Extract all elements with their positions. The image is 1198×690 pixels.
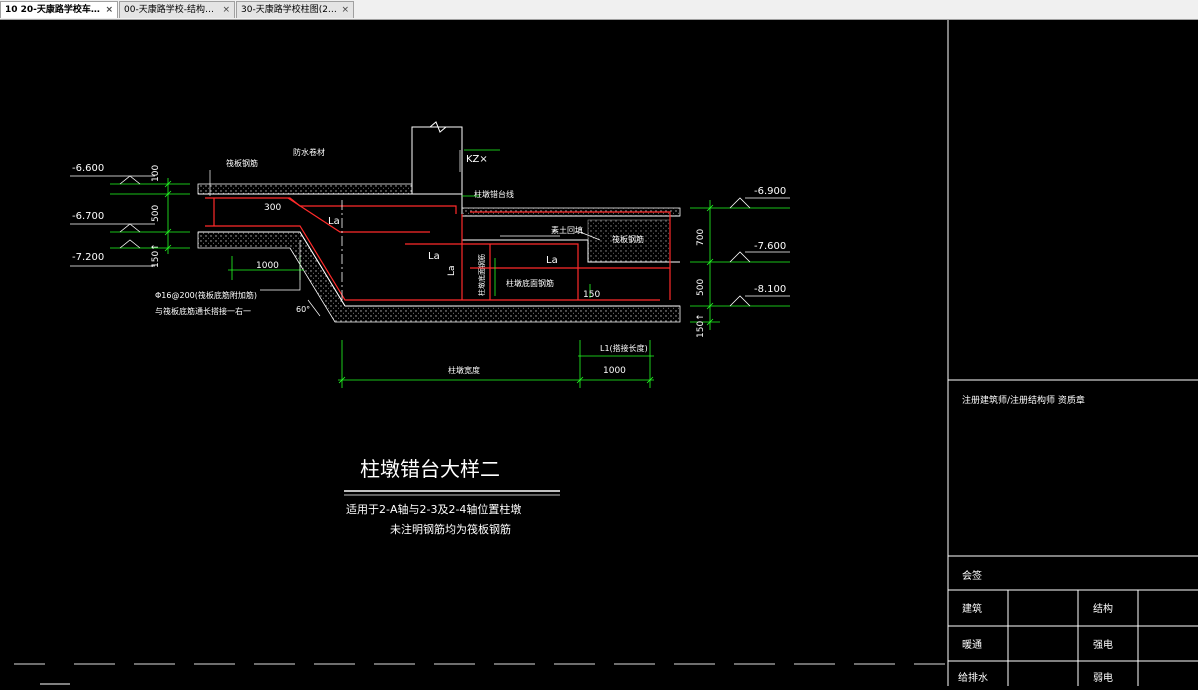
label-kz: KZ× (466, 154, 488, 165)
dim-right-150: 150↑ (696, 313, 706, 338)
dim-right-500: 500 (696, 279, 706, 296)
tab-document-2[interactable]: 00-天康路学校-结构… × (119, 1, 235, 18)
tab-document-1[interactable]: 10 20-天康路学校车… × (0, 1, 118, 18)
sign-plumbing: 给排水 (958, 671, 988, 684)
label-la-1: La (328, 216, 340, 227)
sign-strong-power: 强电 (1093, 638, 1113, 651)
elev-right-1: -6.900 (754, 186, 786, 197)
drawing-subtitle-2: 未注明钢筋均为筏板钢筋 (390, 522, 511, 536)
dim-left-500: 500 (151, 205, 161, 222)
label-slab-rebar: 筏板钢筋 (226, 158, 258, 168)
label-column-edge: 柱墩错台线 (474, 189, 514, 199)
close-icon[interactable]: × (222, 2, 230, 18)
label-note-1: Φ16@200(筏板底筋附加筋) (155, 290, 257, 300)
label-backfill: 素土回填 (551, 225, 583, 235)
cad-drawing-canvas[interactable]: 注册建筑师/注册结构师 资质章 会签 建筑 结构 暖通 强电 给排水 弱电 -6… (0, 20, 1198, 686)
label-bottom-rebar: 柱墩底面钢筋 (506, 278, 554, 288)
elev-right-3: -8.100 (754, 284, 786, 295)
close-icon[interactable]: × (105, 2, 113, 18)
label-la-4: La (447, 265, 457, 276)
sign-hvac: 暖通 (962, 638, 982, 651)
tab-label: 10 20-天康路学校车… (5, 5, 100, 15)
drawing-subtitle-1: 适用于2-A轴与2-3及2-4轴位置柱墩 (346, 502, 521, 516)
elev-left-2: -6.700 (72, 211, 104, 222)
sign-weak-power: 弱电 (1093, 671, 1113, 684)
drawing-svg: 注册建筑师/注册结构师 资质章 会签 建筑 结构 暖通 强电 给排水 弱电 -6… (14, 20, 1198, 686)
sign-architecture: 建筑 (962, 602, 982, 615)
dim-left-100: 100 (151, 165, 161, 182)
drawing-title: 柱墩错台大样二 (360, 457, 500, 481)
label-1000-left: 1000 (256, 261, 279, 271)
document-tab-bar: 10 20-天康路学校车… × 00-天康路学校-结构… × 30-天康路学校柱… (0, 0, 1198, 20)
elev-left-3: -7.200 (72, 252, 104, 263)
label-300: 300 (264, 203, 281, 213)
label-1000-right: 1000 (603, 366, 626, 376)
close-icon[interactable]: × (341, 2, 349, 18)
label-vertical-rebar: 柱墩底面钢筋 (477, 254, 486, 296)
label-150: 150 (583, 290, 600, 300)
label-l1: L1(搭接长度) (600, 343, 648, 353)
sign-structure: 结构 (1093, 602, 1113, 615)
label-slab-rebar-2: 筏板钢筋 (612, 234, 644, 244)
tab-document-3[interactable]: 30-天康路学校柱图(2… × (236, 1, 354, 18)
label-la-3: La (546, 255, 558, 266)
elevation-markers (70, 175, 790, 307)
elev-left-1: -6.600 (72, 163, 104, 174)
label-note-2: 与筏板底筋通长搭接一右一 (155, 306, 251, 316)
elev-right-2: -7.600 (754, 241, 786, 252)
dim-left-150: 150↑ (151, 243, 161, 268)
stamp-label: 注册建筑师/注册结构师 资质章 (962, 394, 1085, 406)
label-la-2: La (428, 251, 440, 262)
tab-label: 30-天康路学校柱图(2… (241, 5, 337, 15)
label-waterproof: 防水卷材 (293, 147, 325, 157)
dim-right-700: 700 (696, 229, 706, 246)
title-block (947, 20, 1198, 686)
label-60-deg: 60° (296, 305, 310, 314)
sign-label: 会签 (962, 569, 982, 582)
label-column-width: 柱墩宽度 (448, 365, 480, 375)
tab-label: 00-天康路学校-结构… (124, 5, 214, 15)
